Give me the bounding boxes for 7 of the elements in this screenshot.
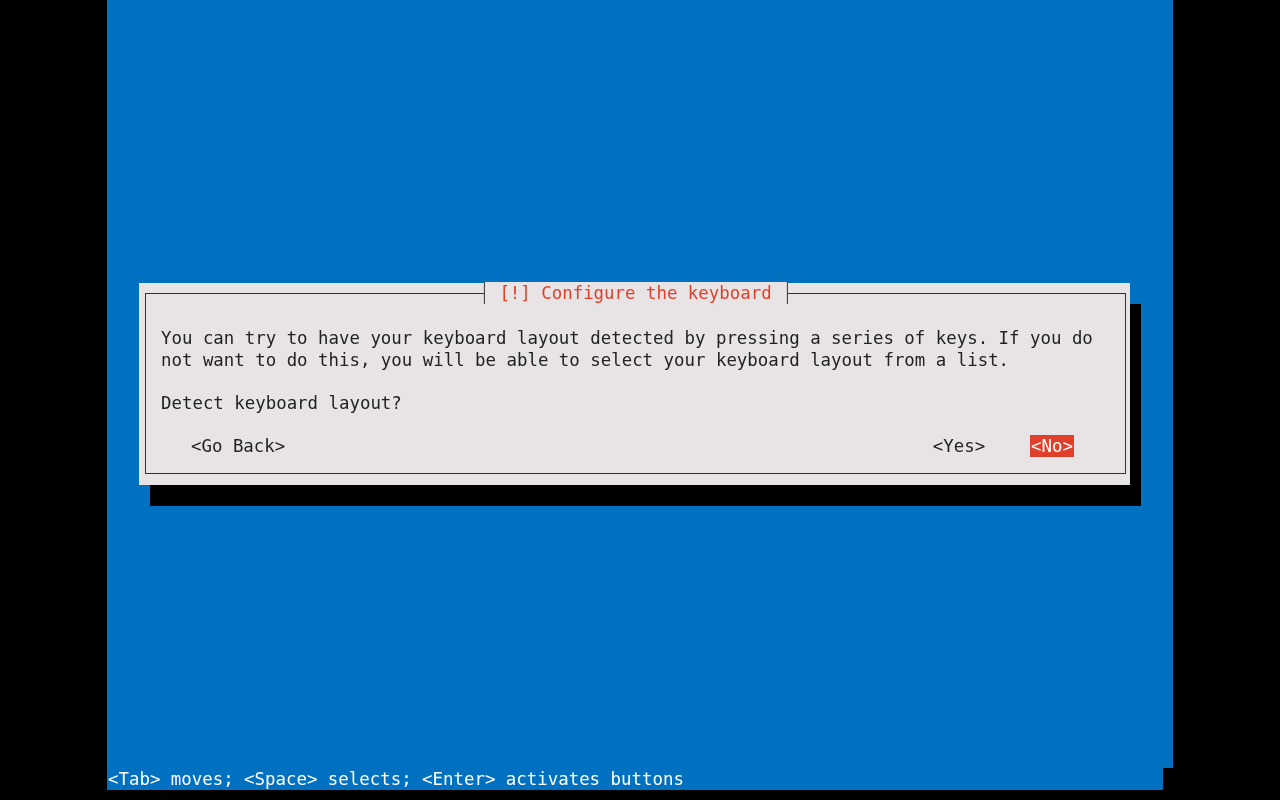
dialog-button[interactable]: <No>: [1030, 434, 1074, 457]
dialog-title: [!] Configure the keyboard: [483, 281, 788, 304]
dialog-button[interactable]: <Go Back>: [190, 434, 287, 457]
dialog-button[interactable]: <Yes>: [931, 434, 987, 457]
dialog-question: Detect keyboard layout?: [161, 391, 403, 414]
status-bar: <Tab> moves; <Space> selects; <Enter> activates buttons: [107, 768, 1163, 790]
dialog-message: You can try to have your keyboard layout detected by pressing a series of keys. If you do not want to do this, you will be able to select your keyboard layout from a list.: [161, 326, 1094, 371]
